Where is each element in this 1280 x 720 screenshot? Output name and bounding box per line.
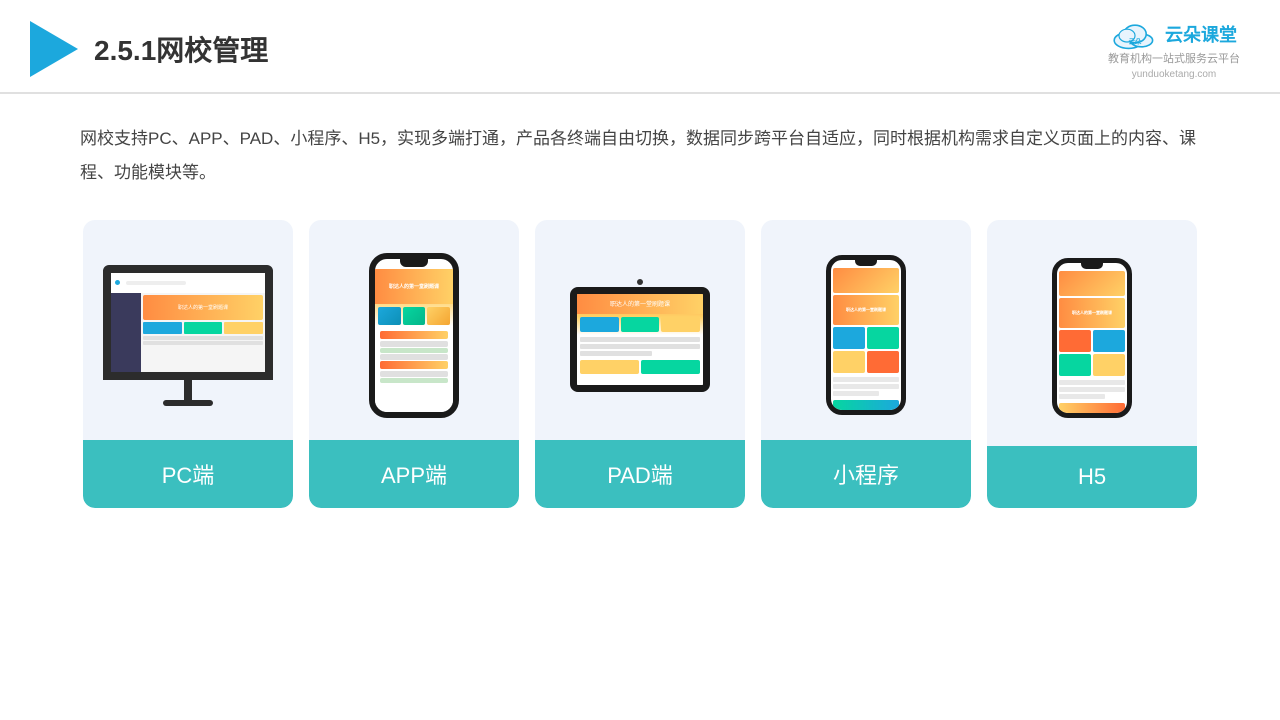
card-miniapp-label: 小程序 — [761, 440, 971, 508]
brand-logo: 云朵 云朵课堂 — [1111, 18, 1237, 50]
card-h5-image: 职达人的第一堂刷题课 — [987, 220, 1197, 446]
brand-url: yunduoketang.com — [1132, 69, 1217, 80]
platform-cards-container: 职达人的第一堂刷题课 — [0, 200, 1280, 528]
cloud-icon: 云朵 — [1111, 18, 1159, 50]
miniapp-phone-icon: 职达人的第一堂刷题课 — [826, 255, 906, 415]
card-app: 职达人的第一堂刷题课 — [309, 220, 519, 508]
page-title: 2.5.1网校管理 — [94, 29, 268, 69]
card-h5-label: H5 — [987, 446, 1197, 508]
app-phone-icon: 职达人的第一堂刷题课 — [369, 253, 459, 418]
page-header: 2.5.1网校管理 云朵 云朵课堂 教育机构一站式服务云平台 yunduoket… — [0, 0, 1280, 94]
card-h5: 职达人的第一堂刷题课 — [987, 220, 1197, 508]
logo-triangle-icon — [30, 21, 78, 77]
brand-subtitle: 教育机构一站式服务云平台 — [1108, 52, 1240, 67]
card-miniapp: 职达人的第一堂刷题课 — [761, 220, 971, 508]
card-pc: 职达人的第一堂刷题课 — [83, 220, 293, 508]
card-miniapp-image: 职达人的第一堂刷题课 — [761, 220, 971, 440]
card-app-label: APP端 — [309, 440, 519, 508]
card-pad-label: PAD端 — [535, 440, 745, 508]
card-pc-label: PC端 — [83, 440, 293, 508]
brand-logo-area: 云朵 云朵课堂 教育机构一站式服务云平台 yunduoketang.com — [1108, 18, 1240, 80]
brand-name-text: 云朵课堂 — [1165, 21, 1237, 47]
svg-text:云朵: 云朵 — [1129, 37, 1142, 46]
card-app-image: 职达人的第一堂刷题课 — [309, 220, 519, 440]
pad-tablet-icon: 职达人的第一堂刷题课 — [570, 279, 710, 392]
card-pc-image: 职达人的第一堂刷题课 — [83, 220, 293, 440]
header-left: 2.5.1网校管理 — [30, 21, 268, 77]
description-text: 网校支持PC、APP、PAD、小程序、H5，实现多端打通，产品各终端自由切换，数… — [0, 94, 1280, 200]
h5-phone-icon: 职达人的第一堂刷题课 — [1052, 258, 1132, 418]
card-pad-image: 职达人的第一堂刷题课 — [535, 220, 745, 440]
card-pad: 职达人的第一堂刷题课 — [535, 220, 745, 508]
pc-monitor-icon: 职达人的第一堂刷题课 — [103, 265, 273, 406]
